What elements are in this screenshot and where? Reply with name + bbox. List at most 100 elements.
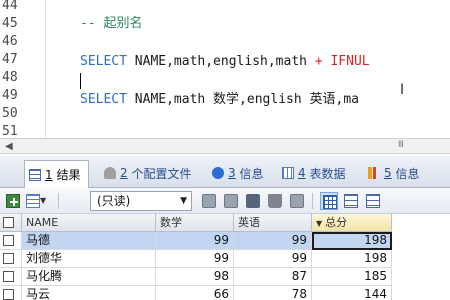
sort-descending-icon: ▼ — [316, 219, 323, 228]
grid-header-row: NAME 数学 英语 ▼ 总分 — [0, 214, 450, 232]
scrollbar-grip-icon[interactable]: III — [398, 140, 404, 150]
column-header-label: 总分 — [325, 216, 348, 229]
duplicate-row-button[interactable] — [200, 192, 218, 210]
tab-label: 个配置文件 — [131, 166, 192, 181]
tab-results[interactable]: 1 结果 — [24, 160, 90, 188]
tab-profiles[interactable]: 2 个配置文件 — [104, 161, 191, 185]
checkbox[interactable] — [3, 271, 14, 282]
line-number: 51 — [2, 124, 18, 138]
add-row-button[interactable] — [4, 192, 22, 210]
cell-english[interactable]: 78 — [234, 286, 312, 300]
line-number: 48 — [2, 70, 18, 85]
text-caret — [80, 73, 81, 89]
checkbox[interactable] — [3, 217, 14, 228]
cell-name[interactable]: 马化腾 — [22, 268, 156, 286]
select-value: (只读) — [97, 194, 131, 208]
read-only-mode-select[interactable]: (只读) ▼ — [90, 191, 192, 211]
tab-number: 3 — [228, 166, 236, 180]
checkbox[interactable] — [3, 289, 14, 300]
tab-number: 1 — [45, 167, 53, 182]
clear-button[interactable] — [288, 192, 306, 210]
save-disk-icon — [246, 194, 260, 208]
clear-icon — [290, 194, 304, 208]
column-header-english[interactable]: 英语 — [234, 214, 312, 232]
text-view-icon — [366, 194, 380, 208]
cell-math[interactable]: 98 — [156, 268, 234, 286]
result-tabs: 1 结果 2 个配置文件 3 信息 4 表数据 5 信息 — [0, 156, 450, 188]
tab-number: 5 — [384, 166, 392, 180]
grid-view-icon — [323, 195, 337, 209]
tab-label: 信息 — [239, 166, 264, 181]
form-view-button[interactable] — [342, 192, 360, 210]
export-icon — [26, 194, 40, 208]
line-number: 47 — [2, 52, 18, 67]
line-number: 44 — [2, 0, 18, 13]
line-number-gutter: 44 45 46 47 48 49 50 51 — [0, 0, 46, 138]
cell-english[interactable]: 99 — [234, 250, 312, 268]
code-line-select-alias[interactable]: SELECT NAME,math 数学,english 英语,ma — [80, 91, 359, 109]
cell-math[interactable]: 99 — [156, 250, 234, 268]
cell-math[interactable]: 66 — [156, 286, 234, 300]
cell-total[interactable]: 198 — [312, 250, 392, 268]
cell-english[interactable]: 87 — [234, 268, 312, 286]
line-number: 46 — [2, 34, 18, 49]
grid-view-button[interactable] — [320, 192, 338, 210]
tab-label: 表数据 — [309, 166, 346, 181]
duplicate-row-icon — [202, 194, 216, 208]
table-row[interactable]: 马云 66 78 144 — [0, 286, 450, 300]
toolbar-separator — [58, 193, 59, 209]
tab-table-data[interactable]: 4 表数据 — [282, 161, 345, 185]
row-checkbox-cell[interactable] — [0, 232, 22, 250]
checkbox[interactable] — [3, 235, 14, 246]
row-checkbox-cell[interactable] — [0, 268, 22, 286]
sql-operator: + — [314, 54, 323, 69]
save-button[interactable] — [244, 192, 262, 210]
sql-keyword: SELECT — [80, 92, 127, 107]
column-header-name[interactable]: NAME — [22, 214, 156, 232]
sql-keyword: SELECT — [80, 54, 127, 69]
info-icon — [212, 167, 224, 179]
sql-columns: NAME,math 数学,english 英语,ma — [126, 92, 359, 107]
cell-total[interactable]: 185 — [312, 268, 392, 286]
cell-name[interactable]: 马德 — [22, 232, 156, 250]
chevron-down-icon: ▼ — [180, 196, 187, 206]
table-row[interactable]: 马化腾 98 87 185 — [0, 268, 450, 286]
export-dropdown-arrow-icon[interactable]: ▼ — [40, 196, 46, 205]
cell-total[interactable]: 198 — [312, 232, 392, 250]
cell-name[interactable]: 刘德华 — [22, 250, 156, 268]
cell-math[interactable]: 99 — [156, 232, 234, 250]
cell-total[interactable]: 144 — [312, 286, 392, 300]
sql-columns: NAME,math,english,math — [126, 54, 315, 69]
table-row[interactable]: 马德 99 99 198 — [0, 232, 450, 250]
scroll-left-arrow-icon[interactable]: ◀ — [5, 141, 13, 152]
tab-label: 信息 — [395, 166, 420, 181]
select-all-checkbox-cell[interactable] — [0, 214, 22, 232]
cell-name[interactable]: 马云 — [22, 286, 156, 300]
column-header-math[interactable]: 数学 — [156, 214, 234, 232]
code-comment[interactable]: -- 起别名 — [80, 15, 142, 33]
results-toolbar: ▼ (只读) ▼ — [0, 188, 450, 214]
sql-editor[interactable]: 44 45 46 47 48 49 50 51 -- 起别名 SELECT NA… — [0, 0, 450, 138]
table-row[interactable]: 刘德华 99 99 198 — [0, 250, 450, 268]
row-checkbox-cell[interactable] — [0, 250, 22, 268]
tab-info[interactable]: 3 信息 — [212, 161, 263, 185]
chart-icon — [368, 167, 380, 179]
row-checkbox-cell[interactable] — [0, 286, 22, 300]
refresh-button[interactable] — [222, 192, 240, 210]
cell-english[interactable]: 99 — [234, 232, 312, 250]
checkbox[interactable] — [3, 253, 14, 264]
column-header-total[interactable]: ▼ 总分 — [312, 214, 392, 232]
profile-icon — [104, 167, 116, 179]
code-line-select-ifnull[interactable]: SELECT NAME,math,english,math + IFNUL — [80, 53, 370, 71]
form-view-icon — [344, 194, 358, 208]
toolbar-separator — [312, 193, 313, 209]
horizontal-scrollbar[interactable]: ◀ III — [0, 138, 450, 154]
delete-button[interactable] — [266, 192, 284, 210]
sql-function: IFNUL — [322, 54, 370, 69]
text-view-button[interactable] — [364, 192, 382, 210]
line-number: 50 — [2, 106, 18, 121]
trash-icon — [268, 194, 282, 208]
tab-number: 4 — [298, 166, 306, 180]
results-grid: NAME 数学 英语 ▼ 总分 马德 99 99 198 刘德华 99 99 19… — [0, 214, 450, 300]
tab-info-2[interactable]: 5 信息 — [368, 161, 419, 185]
